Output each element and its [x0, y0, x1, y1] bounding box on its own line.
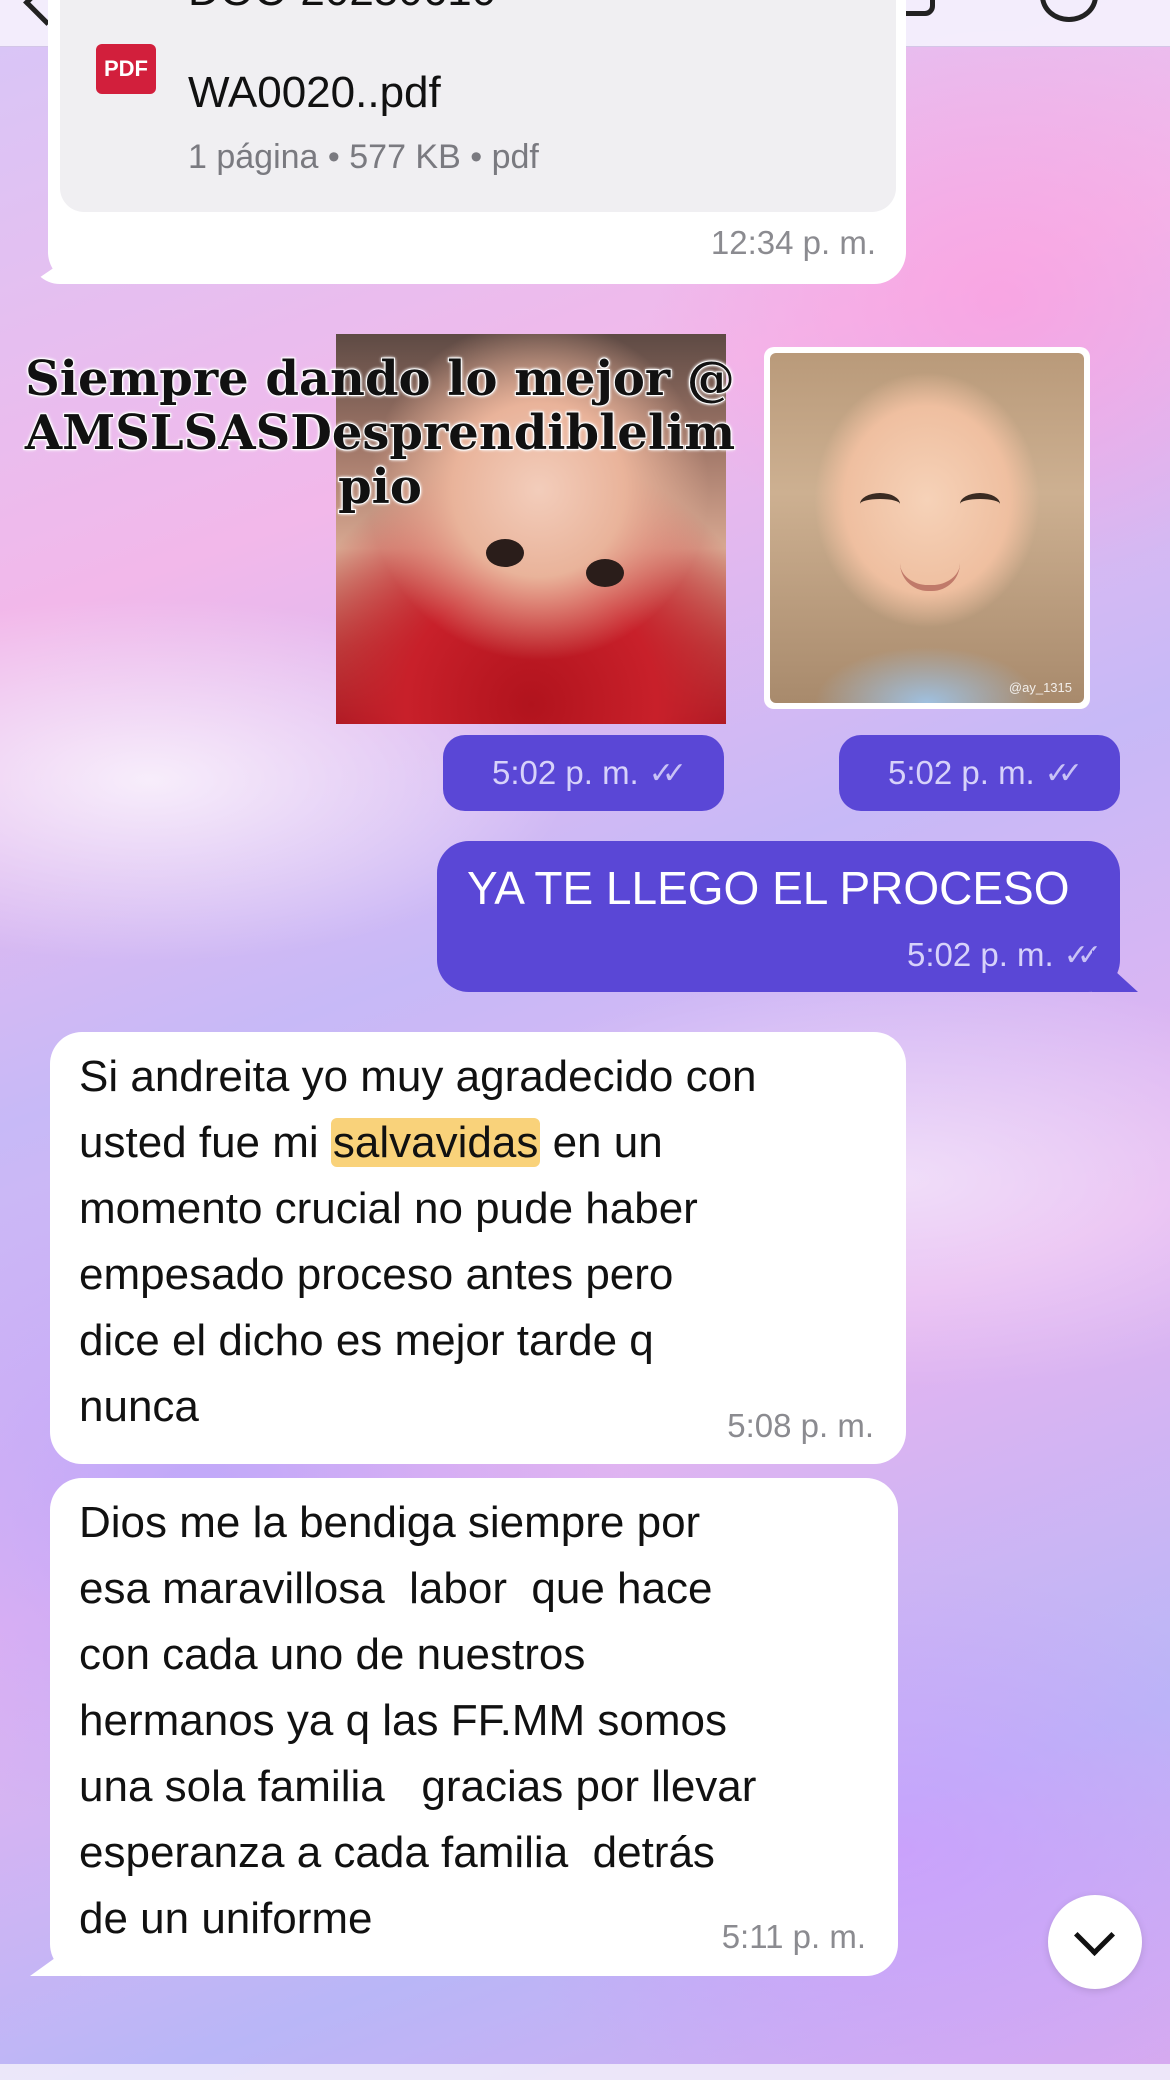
message-line-part: en un [540, 1118, 663, 1167]
message-line: dice el dicho es mejor tarde q [79, 1316, 654, 1365]
message-time: 5:08 p. m. [727, 1407, 874, 1444]
sticker-image[interactable]: @ay_1315 [764, 347, 1090, 709]
incoming-message[interactable]: Dios me la bendiga siempre por esa marav… [50, 1478, 898, 1976]
message-text: Dios me la bendiga siempre por esa marav… [79, 1490, 756, 1952]
message-time: 5:02 p. m. [491, 754, 639, 791]
message-line: empesado proceso antes pero [79, 1250, 674, 1299]
message-time: 5:02 p. m. [906, 936, 1054, 973]
scroll-to-bottom-button[interactable] [1048, 1895, 1142, 1989]
sticker-time-pill: 5:02 p. m. ✓✓ [839, 735, 1120, 811]
double-check-icon: ✓✓ [1044, 756, 1083, 790]
double-check-icon: ✓✓ [1063, 938, 1102, 972]
document-file-name: WA0020..pdf [188, 68, 441, 117]
message-line: Si andreita yo muy agradecido con [79, 1052, 757, 1101]
input-bar-edge [0, 2064, 1170, 2080]
info-icon[interactable] [1040, 0, 1098, 22]
sticker-face-eye [960, 493, 1000, 515]
chevron-down-icon [1073, 1914, 1116, 1957]
message-line: hermanos ya q las FF.MM somos [79, 1696, 727, 1745]
sticker-face-eye [586, 559, 624, 587]
message-line: con cada uno de nuestros [79, 1630, 586, 1679]
document-file-name-line1: DOC-20250610- [188, 0, 511, 16]
sticker-face-eye [486, 539, 524, 567]
highlighted-search-term: salvavidas [330, 1118, 541, 1167]
outgoing-message[interactable]: YA TE LLEGO EL PROCESO 5:02 p. m. ✓✓ [437, 841, 1120, 992]
document-card[interactable]: PDF DOC-20250610- WA0020..pdf 1 página •… [60, 0, 896, 212]
message-line: esperanza a cada familia detrás [79, 1828, 715, 1877]
document-meta: 1 página • 577 KB • pdf [188, 138, 539, 176]
message-line: de un uniforme [79, 1894, 373, 1943]
message-time: 5:11 p. m. [721, 1918, 866, 1955]
message-line: una sola familia gracias por llevar [79, 1762, 757, 1811]
message-text: YA TE LLEGO EL PROCESO [467, 862, 1070, 914]
sticker-watermark: @ay_1315 [1008, 680, 1072, 695]
document-message: PDF DOC-20250610- WA0020..pdf 1 página •… [48, 0, 906, 284]
incoming-message[interactable]: Si andreita yo muy agradecido con usted … [50, 1032, 906, 1464]
sticker-face-mouth [900, 563, 960, 591]
message-line: momento crucial no pude haber [79, 1184, 698, 1233]
message-time: 12:34 p. m. [710, 224, 876, 261]
message-line: usted fue mi salvavidas en un [79, 1110, 757, 1176]
sticker-caption: Siempre dando lo mejor @AMSLSASDesprendi… [24, 351, 736, 515]
message-line: Dios me la bendiga siempre por [79, 1498, 701, 1547]
message-line: nunca [79, 1382, 199, 1431]
double-check-icon: ✓✓ [648, 756, 687, 790]
message-time: 5:02 p. m. [887, 754, 1035, 791]
sticker-time-pill: 5:02 p. m. ✓✓ [443, 735, 724, 811]
sticker-photo: @ay_1315 [770, 353, 1084, 703]
message-line-part: usted fue mi [79, 1118, 331, 1167]
pdf-icon: PDF [96, 44, 156, 94]
message-line: esa maravillosa labor que hace [79, 1564, 713, 1613]
sticker-face-eye [860, 493, 900, 515]
message-text: Si andreita yo muy agradecido con usted … [79, 1044, 757, 1440]
message-time-row: 5:02 p. m. ✓✓ [906, 936, 1102, 974]
